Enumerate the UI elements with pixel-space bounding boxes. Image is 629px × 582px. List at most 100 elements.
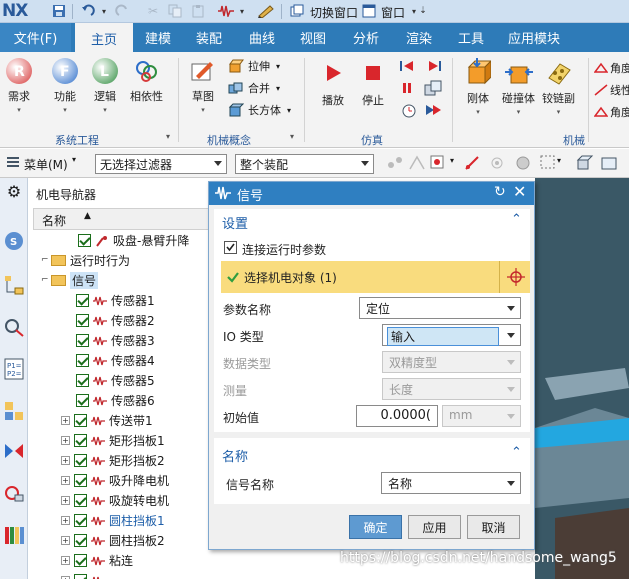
window-icon[interactable] bbox=[361, 3, 377, 19]
visibility-checkbox[interactable] bbox=[76, 373, 89, 387]
tab-file[interactable]: 文件(F) bbox=[0, 23, 71, 52]
pause-icon[interactable] bbox=[400, 82, 414, 97]
collapse-icon[interactable]: ⌃ bbox=[511, 212, 522, 227]
function-button[interactable]: F 功能 ▾ bbox=[52, 58, 78, 114]
settings-gear-icon[interactable]: ⚙ bbox=[3, 182, 25, 204]
ok-button[interactable]: 确定 bbox=[349, 515, 402, 539]
snapshot-icon[interactable] bbox=[424, 80, 442, 99]
rigid-body-button[interactable]: 刚体 ▾ bbox=[465, 58, 491, 116]
visibility-checkbox[interactable] bbox=[74, 473, 87, 487]
pen-icon[interactable] bbox=[258, 3, 274, 19]
unite-button[interactable]: 合并 ▾ bbox=[228, 80, 280, 96]
collapse-icon[interactable]: ⌃ bbox=[511, 445, 522, 460]
face-icon[interactable] bbox=[514, 155, 532, 174]
step-forward-icon[interactable] bbox=[426, 60, 442, 75]
requirement-button[interactable]: R 需求 ▾ bbox=[6, 58, 32, 114]
expand-plus-icon[interactable]: + bbox=[61, 455, 70, 465]
forward-icon[interactable] bbox=[424, 102, 442, 121]
snap-icon[interactable] bbox=[386, 155, 404, 174]
visibility-checkbox[interactable] bbox=[74, 493, 87, 507]
close-icon[interactable]: ✕ bbox=[513, 182, 526, 201]
tree-item[interactable]: 传感器5 bbox=[76, 370, 155, 390]
expand-plus-icon[interactable]: + bbox=[61, 415, 70, 425]
tree-item[interactable]: + 吸旋转电机 bbox=[61, 490, 169, 510]
settings-section-header[interactable]: 设置 bbox=[222, 213, 248, 232]
rewind-icon[interactable] bbox=[400, 60, 416, 75]
tab-home[interactable]: 主页 bbox=[75, 23, 133, 52]
copy-icon[interactable] bbox=[167, 3, 183, 19]
visibility-checkbox[interactable] bbox=[74, 413, 87, 427]
window-menu-button[interactable]: 窗口 bbox=[381, 4, 405, 21]
dependency-button[interactable]: 相依性 bbox=[130, 58, 163, 104]
undo-icon[interactable] bbox=[80, 3, 96, 19]
visibility-checkbox[interactable] bbox=[76, 293, 89, 307]
tab-view[interactable]: 视图 bbox=[296, 23, 330, 52]
save-icon[interactable] bbox=[51, 3, 67, 19]
undo-dropdown-icon[interactable]: ▾ bbox=[96, 3, 112, 19]
data-type-select[interactable]: 双精度型 bbox=[382, 351, 521, 373]
visibility-checkbox[interactable] bbox=[76, 353, 89, 367]
scope-select[interactable]: 整个装配 bbox=[235, 154, 374, 174]
angle-joint-button-2[interactable]: 角度 bbox=[594, 104, 629, 120]
select-object-row[interactable]: 选择机电对象 (1) bbox=[221, 261, 499, 293]
expand-plus-icon[interactable]: + bbox=[61, 575, 70, 579]
tree-item[interactable]: + 圆柱挡板1 bbox=[61, 510, 165, 530]
crosshair-select-button[interactable] bbox=[499, 261, 530, 293]
qat-more-icon[interactable]: ⇣ bbox=[415, 3, 431, 19]
visibility-checkbox[interactable] bbox=[74, 453, 87, 467]
point-icon[interactable] bbox=[408, 155, 426, 174]
hinge-joint-button[interactable]: 铰链副 ▾ bbox=[542, 58, 575, 116]
connect-runtime-checkbox[interactable] bbox=[224, 241, 237, 254]
sketch-button[interactable]: 草图 ▾ bbox=[190, 58, 216, 114]
visibility-checkbox[interactable] bbox=[74, 513, 87, 527]
expand-plus-icon[interactable]: + bbox=[61, 495, 70, 505]
timer-icon[interactable] bbox=[400, 102, 418, 121]
io-type-select[interactable]: 输入 bbox=[382, 324, 521, 346]
visibility-checkbox[interactable] bbox=[74, 533, 87, 547]
rect-select-icon[interactable] bbox=[540, 155, 556, 172]
name-section-header[interactable]: 名称 bbox=[222, 446, 248, 465]
group-expand-icon[interactable]: ▾ bbox=[290, 132, 294, 141]
tab-assembly[interactable]: 装配 bbox=[191, 23, 227, 52]
expand-plus-icon[interactable]: + bbox=[61, 435, 70, 445]
linear-joint-button[interactable]: 线性 bbox=[594, 82, 629, 98]
tab-modeling[interactable]: 建模 bbox=[141, 23, 175, 52]
runtime-inspector-icon[interactable] bbox=[3, 440, 25, 462]
cut-icon[interactable]: ✂ bbox=[145, 3, 161, 19]
paste-icon[interactable] bbox=[190, 3, 206, 19]
tree-item[interactable]: 传感器2 bbox=[76, 310, 155, 330]
tab-render[interactable]: 渲染 bbox=[402, 23, 436, 52]
point-dropdown-icon[interactable]: ▾ bbox=[450, 156, 454, 165]
tree-item[interactable]: 传感器1 bbox=[76, 290, 155, 310]
expand-plus-icon[interactable]: + bbox=[61, 515, 70, 525]
sequence-editor-icon[interactable] bbox=[3, 482, 25, 504]
visibility-checkbox[interactable] bbox=[76, 393, 89, 407]
param-name-select[interactable]: 定位 bbox=[359, 297, 521, 319]
library-books-icon[interactable] bbox=[3, 524, 25, 546]
logic-button[interactable]: L 逻辑 ▾ bbox=[92, 58, 118, 114]
block-button[interactable]: 长方体 ▾ bbox=[228, 102, 291, 118]
menu-dropdown-icon[interactable]: ▾ bbox=[72, 155, 76, 164]
tree-item[interactable]: 吸盘-悬臂升降 bbox=[78, 230, 189, 250]
select-point-icon[interactable] bbox=[430, 155, 448, 174]
tab-analysis[interactable]: 分析 bbox=[349, 23, 383, 52]
extrude-button[interactable]: 拉伸 ▾ bbox=[228, 58, 280, 74]
tree-folder[interactable]: ⌐ 信号 bbox=[41, 270, 99, 290]
graphics-window[interactable] bbox=[535, 178, 629, 579]
tab-curve[interactable]: 曲线 bbox=[245, 23, 279, 52]
navigator-column-header[interactable]: 名称 ▲ bbox=[33, 208, 213, 230]
measure-select[interactable]: 长度 bbox=[382, 378, 521, 400]
expand-plus-icon[interactable]: + bbox=[61, 475, 70, 485]
collision-body-button[interactable]: 碰撞体 ▾ bbox=[502, 58, 535, 116]
switch-window-button[interactable]: 切换窗口 bbox=[310, 4, 358, 21]
wave-dropdown-icon[interactable]: ▾ bbox=[234, 3, 250, 19]
reuse-library-icon[interactable] bbox=[3, 400, 25, 422]
tree-item[interactable]: + 传送带1 bbox=[61, 410, 153, 430]
tree-folder[interactable]: ⌐ 运行时行为 bbox=[41, 250, 130, 270]
tree-item[interactable]: + 吸升降电机 bbox=[61, 470, 169, 490]
tree-item[interactable]: 传感器4 bbox=[76, 350, 155, 370]
switch-window-icon[interactable] bbox=[289, 3, 305, 19]
visibility-checkbox[interactable] bbox=[74, 573, 87, 579]
mechatronics-navigator-icon[interactable]: S bbox=[3, 230, 25, 252]
tree-item[interactable]: + 矩形挡板2 bbox=[61, 450, 165, 470]
